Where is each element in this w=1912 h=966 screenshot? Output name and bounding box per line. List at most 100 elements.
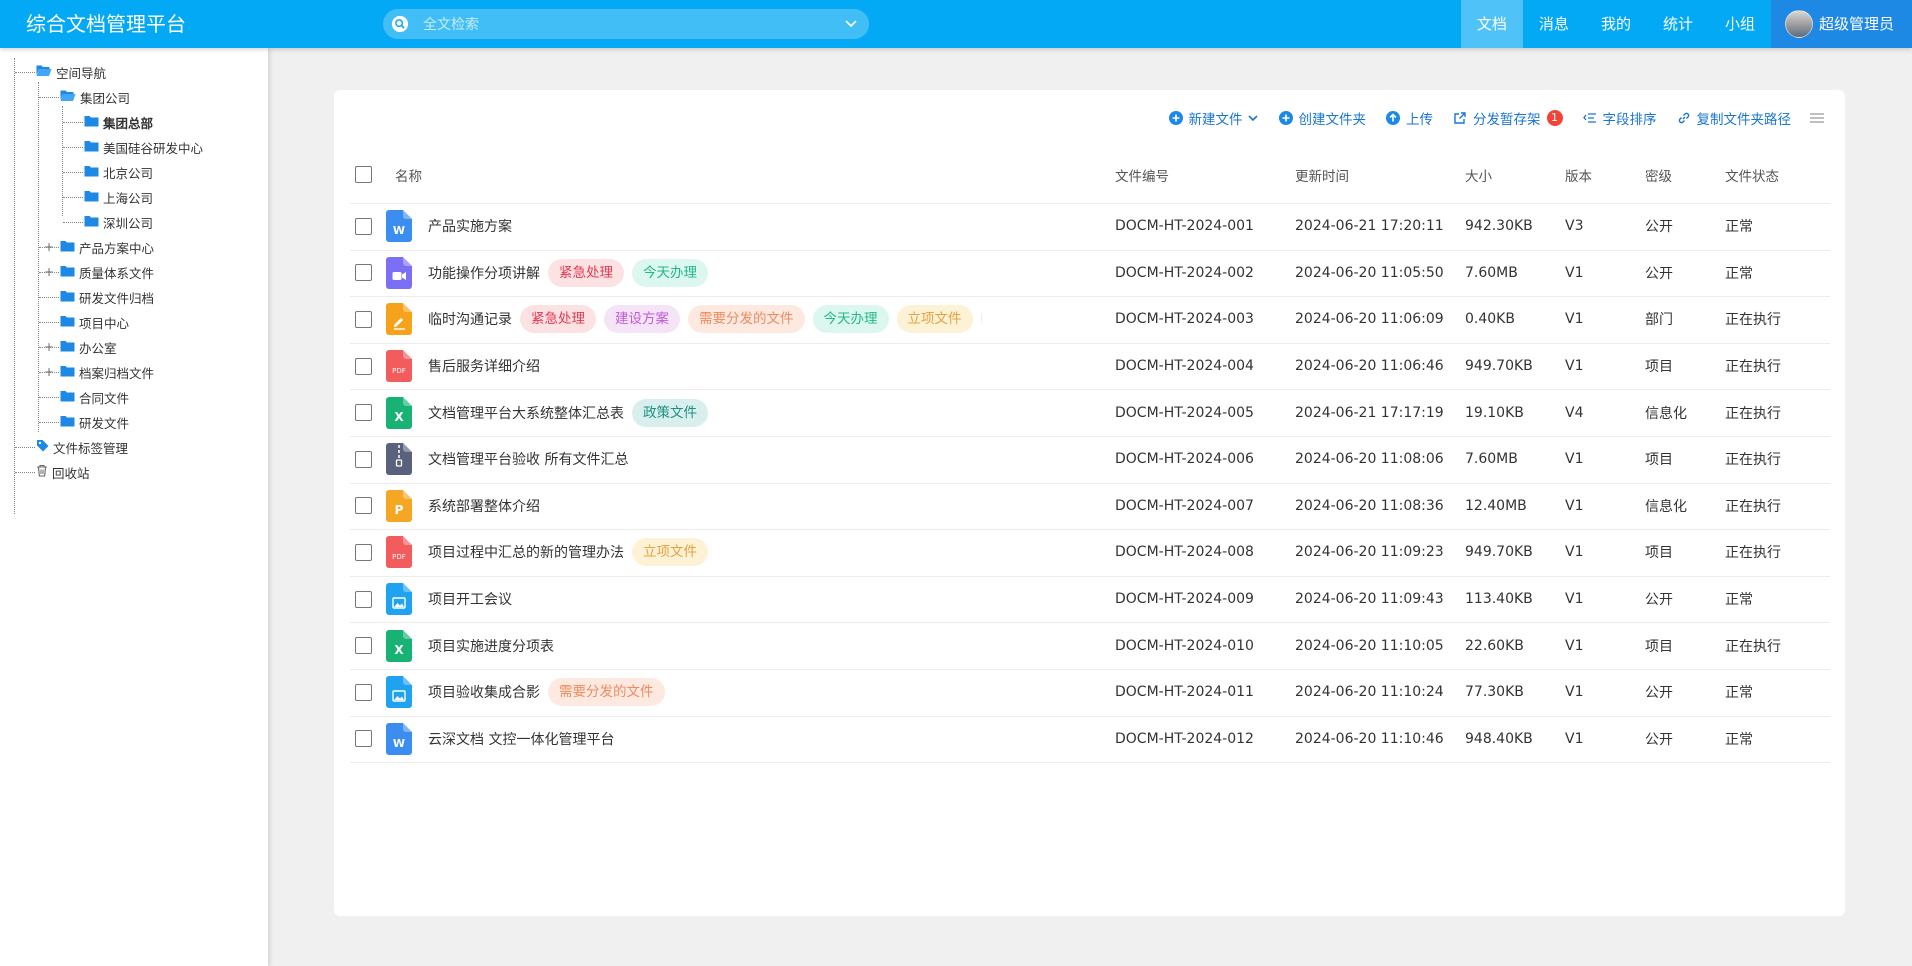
table-row[interactable]: X 文档管理平台大系统整体汇总表 政策文件 DOCM-HT-2024-005 2024-… — [350, 389, 1830, 437]
nav-mine[interactable]: 我的 — [1585, 0, 1647, 48]
col-status[interactable]: 文件状态 — [1725, 165, 1779, 185]
row-checkbox[interactable] — [355, 450, 372, 468]
col-version[interactable]: 版本 — [1565, 165, 1592, 185]
file-name[interactable]: 系统部署整体介绍 — [428, 496, 540, 516]
tree-item-group-child[interactable]: 集团总部 — [84, 112, 153, 132]
tree-item-group-child[interactable]: 美国硅谷研发中心 — [84, 137, 203, 157]
tag-badge[interactable]: 立项文件 — [896, 305, 973, 334]
tree-item-group[interactable]: 集团公司 — [60, 87, 130, 107]
tag-badge[interactable]: 今天办理 — [812, 305, 889, 334]
share-shelf-button[interactable]: 分发暂存架 1 — [1453, 108, 1563, 128]
nav-groups[interactable]: 小组 — [1709, 0, 1771, 48]
tree-item-top[interactable]: 办公室 — [60, 337, 117, 357]
col-time[interactable]: 更新时间 — [1295, 165, 1349, 185]
search-input[interactable] — [421, 14, 825, 36]
file-name[interactable]: 文档管理平台验收 所有文件汇总 — [428, 449, 628, 469]
file-name-cell[interactable]: 项目验收集成合影 需要分发的文件 — [386, 676, 1060, 709]
file-name-cell[interactable]: 文档管理平台验收 所有文件汇总 — [386, 443, 1148, 476]
tree-item-top[interactable]: 合同文件 — [60, 387, 129, 407]
file-name[interactable]: 售后服务详细介绍 — [428, 356, 540, 376]
file-name[interactable]: 云深文档 文控一体化管理平台 — [428, 729, 614, 749]
tag-badge[interactable]: 需要分发的文件 — [548, 678, 665, 707]
search-box[interactable] — [383, 9, 869, 39]
select-all-checkbox[interactable] — [355, 166, 372, 183]
tree-item-group-child[interactable]: 北京公司 — [84, 162, 153, 182]
tree-item-group-child[interactable]: 上海公司 — [84, 187, 153, 207]
menu-icon[interactable] — [1809, 111, 1825, 125]
file-name-cell[interactable]: PDF 项目过程中汇总的新的管理办法 立项文件 — [386, 536, 1144, 569]
file-name-cell[interactable]: W 云深文档 文控一体化管理平台 — [386, 722, 1134, 755]
table-row[interactable]: P 系统部署整体介绍 DOCM-HT-2024-007 2024-06-20 11:0… — [350, 483, 1830, 531]
tree-item-top[interactable]: 研发文件 — [60, 412, 129, 432]
table-row[interactable]: 功能操作分项讲解 紧急处理 今天办理 DOCM-HT-2024-002 2024-06-… — [350, 250, 1830, 298]
tree-item-top[interactable]: 研发文件归档 — [60, 287, 154, 307]
tree-item-top[interactable]: 档案归档文件 — [60, 362, 154, 382]
file-name[interactable]: 项目验收集成合影 — [428, 682, 540, 702]
file-name-cell[interactable]: 临时沟通记录紧急处理建设方案需要分发的文件今天办理立项文件 政策文件 — [386, 303, 982, 336]
new-file-button[interactable]: 新建文件 — [1168, 108, 1259, 128]
file-name-cell[interactable]: 项目开工会议 — [386, 583, 1032, 616]
tree-item-top[interactable]: 项目中心 — [60, 312, 129, 332]
tag-badge[interactable]: 政策文件 — [980, 305, 982, 334]
tree-item-group-child[interactable]: 深圳公司 — [84, 212, 153, 232]
file-name-cell[interactable]: W 产品实施方案 — [386, 210, 1032, 243]
file-name[interactable]: 临时沟通记录 — [428, 309, 512, 329]
table-row[interactable]: W 云深文档 文控一体化管理平台 DOCM-HT-2024-012 2024-06-2… — [350, 716, 1830, 764]
new-folder-button[interactable]: 创建文件夹 — [1278, 108, 1366, 128]
tag-badge[interactable]: 建设方案 — [604, 305, 680, 334]
tree-item-tag-mgmt[interactable]: 文件标签管理 — [36, 437, 128, 457]
col-name[interactable]: 名称 — [395, 165, 422, 185]
tag-badge[interactable]: 今天办理 — [632, 258, 708, 287]
row-checkbox[interactable] — [355, 357, 372, 375]
table-row[interactable]: 项目开工会议 DOCM-HT-2024-009 2024-06-20 11:09:4… — [350, 576, 1830, 624]
nav-stats[interactable]: 统计 — [1647, 0, 1709, 48]
tree-item-top[interactable]: 质量体系文件 — [60, 262, 154, 282]
file-name[interactable]: 功能操作分项讲解 — [428, 263, 540, 283]
row-checkbox[interactable] — [355, 637, 372, 655]
table-row[interactable]: W 产品实施方案 DOCM-HT-2024-001 2024-06-21 17:20:… — [350, 203, 1830, 251]
nav-messages[interactable]: 消息 — [1523, 0, 1585, 48]
table-row[interactable]: 项目验收集成合影 需要分发的文件 DOCM-HT-2024-011 2024-06-2… — [350, 669, 1830, 717]
row-checkbox[interactable] — [355, 404, 372, 422]
row-checkbox[interactable] — [355, 683, 372, 701]
table-row[interactable]: PDF 项目过程中汇总的新的管理办法 立项文件 DOCM-HT-2024-008 202… — [350, 529, 1830, 577]
col-code[interactable]: 文件编号 — [1115, 165, 1169, 185]
file-name-cell[interactable]: PDF 售后服务详细介绍 — [386, 350, 1060, 383]
row-checkbox[interactable] — [355, 310, 372, 328]
chevron-down-icon[interactable] — [845, 18, 857, 30]
col-size[interactable]: 大小 — [1465, 165, 1492, 185]
tag-badge[interactable]: 立项文件 — [632, 538, 708, 567]
row-checkbox[interactable] — [355, 543, 372, 561]
table-row[interactable]: 文档管理平台验收 所有文件汇总 DOCM-HT-2024-006 2024-06-2… — [350, 436, 1830, 484]
file-name-cell[interactable]: X 文档管理平台大系统整体汇总表 政策文件 — [386, 396, 1144, 429]
file-name[interactable]: 项目开工会议 — [428, 589, 512, 609]
tree-item-space-nav[interactable]: 空间导航 — [36, 62, 106, 82]
copy-path-button[interactable]: 复制文件夹路径 — [1677, 108, 1791, 128]
table-row[interactable]: PDF 售后服务详细介绍 DOCM-HT-2024-004 2024-06-20 11… — [350, 343, 1830, 391]
file-name[interactable]: 文档管理平台大系统整体汇总表 — [428, 403, 624, 423]
user-menu[interactable]: 超级管理员 — [1770, 0, 1912, 48]
row-checkbox[interactable] — [355, 264, 372, 282]
upload-button[interactable]: 上传 — [1386, 108, 1433, 128]
nav-docs[interactable]: 文档 — [1460, 0, 1523, 48]
col-level[interactable]: 密级 — [1645, 165, 1672, 185]
row-checkbox[interactable] — [355, 590, 372, 608]
tree-item-recycle[interactable]: 回收站 — [36, 462, 90, 482]
file-name[interactable]: 产品实施方案 — [428, 216, 512, 236]
file-name[interactable]: 项目实施进度分项表 — [428, 636, 554, 656]
tag-badge[interactable]: 政策文件 — [632, 398, 708, 427]
file-name-cell[interactable]: 功能操作分项讲解 紧急处理 今天办理 — [386, 256, 1060, 289]
file-name[interactable]: 项目过程中汇总的新的管理办法 — [428, 542, 624, 562]
tag-badge[interactable]: 紧急处理 — [548, 258, 624, 287]
file-name-cell[interactable]: P 系统部署整体介绍 — [386, 489, 1060, 522]
sort-button[interactable]: 字段排序 — [1582, 108, 1657, 128]
tag-badge[interactable]: 需要分发的文件 — [688, 305, 805, 334]
row-checkbox[interactable] — [355, 730, 372, 748]
table-row[interactable]: 临时沟通记录紧急处理建设方案需要分发的文件今天办理立项文件 政策文件 DOCM-HT… — [350, 296, 1830, 344]
table-row[interactable]: X 项目实施进度分项表 DOCM-HT-2024-010 2024-06-20 11:… — [350, 622, 1830, 670]
row-checkbox[interactable] — [355, 497, 372, 515]
tree-item-top[interactable]: 产品方案中心 — [60, 237, 154, 257]
tag-badge[interactable]: 紧急处理 — [520, 305, 596, 334]
row-checkbox[interactable] — [355, 217, 372, 235]
file-name-cell[interactable]: X 项目实施进度分项表 — [386, 629, 1074, 662]
